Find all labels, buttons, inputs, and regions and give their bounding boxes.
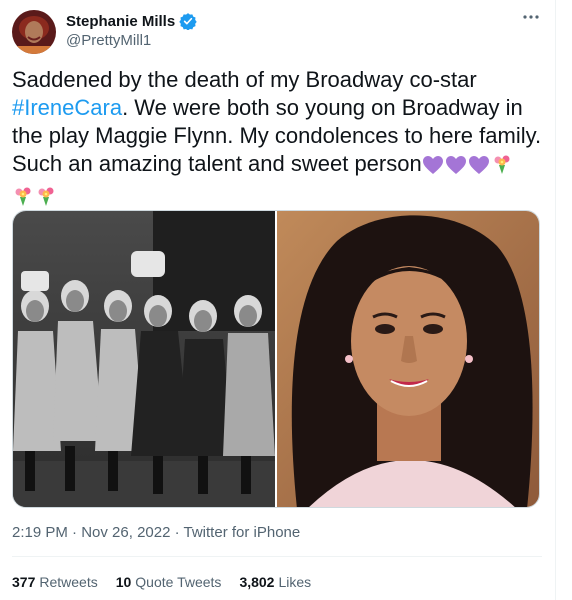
tweet-line-1: Saddened by the death of my Broadway co-… [12, 67, 477, 92]
media-photo-left[interactable] [13, 211, 275, 507]
quote-tweets-stat[interactable]: 10 Quote Tweets [116, 574, 222, 590]
purple-heart-icon [445, 154, 467, 182]
retweets-label: Retweets [39, 574, 98, 590]
tweet-source[interactable]: Twitter for iPhone [184, 524, 301, 541]
purple-heart-icon [422, 154, 444, 182]
media-photo-right[interactable] [277, 211, 539, 507]
purple-heart-icon [468, 154, 490, 182]
likes-count: 3,802 [239, 574, 275, 590]
tweet-line-2: #IreneCara. We were both so young on Bro… [12, 94, 542, 122]
retweets-count: 377 [12, 574, 36, 590]
likes-label: Likes [278, 574, 312, 590]
quote-tweets-label: Quote Tweets [135, 574, 222, 590]
bouquet-icon [491, 153, 513, 182]
more-icon[interactable] [520, 8, 542, 26]
quote-tweets-count: 10 [115, 574, 132, 590]
tweet-media [12, 210, 540, 508]
avatar[interactable] [12, 10, 56, 54]
tweet-line-2-rest: . We were both so young on Broadway in [122, 95, 523, 120]
divider [12, 556, 542, 557]
tweet-line-3: the play Maggie Flynn. My condolences to… [12, 123, 542, 148]
tweet-date[interactable]: Nov 26, 2022 [81, 524, 170, 541]
hashtag-link[interactable]: #IreneCara [12, 95, 122, 120]
verified-badge-icon [179, 12, 197, 30]
tweet-line-4-text: Such an amazing talent and sweet person [12, 151, 422, 176]
tweet-card: Stephanie Mills @PrettyMill1 Saddened by… [0, 0, 556, 600]
meta-separator: · [170, 524, 184, 541]
tweet-stats: 377 Retweets 10 Quote Tweets 3,802 Likes [12, 574, 311, 590]
author-name[interactable]: Stephanie Mills [66, 13, 175, 30]
likes-stat[interactable]: 3,802 Likes [239, 574, 311, 590]
tweet-meta: 2:19 PM · Nov 26, 2022 · Twitter for iPh… [12, 524, 300, 541]
meta-separator: · [67, 524, 82, 541]
author-handle[interactable]: @PrettyMill1 [66, 32, 151, 49]
tweet-time[interactable]: 2:19 PM [12, 524, 68, 541]
retweets-stat[interactable]: 377 Retweets [12, 574, 98, 590]
tweet-text: Saddened by the death of my Broadway co-… [12, 66, 542, 214]
tweet-line-4: Such an amazing talent and sweet person [12, 150, 542, 182]
